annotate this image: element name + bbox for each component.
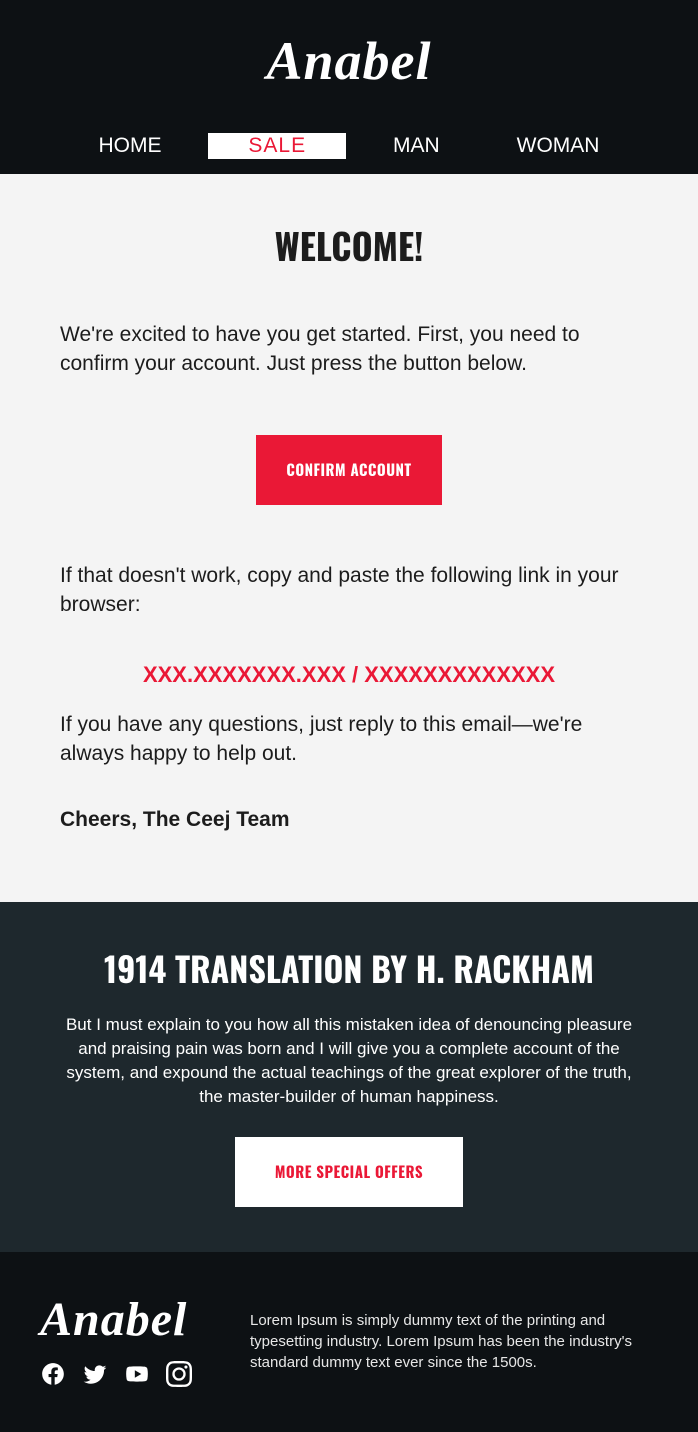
nav-bar: HOME SALE MAN WOMAN	[0, 132, 698, 174]
fallback-link[interactable]: XXX.XXXXXXX.XXX / XXXXXXXXXXXXX	[60, 662, 638, 688]
footer: Anabel Lorem Ipsum is simply dummy text …	[0, 1252, 698, 1432]
intro-text: We're excited to have you get started. F…	[60, 320, 638, 379]
header: Anabel HOME SALE MAN WOMAN	[0, 0, 698, 174]
more-offers-button[interactable]: MORE SPECIAL OFFERS	[235, 1137, 463, 1207]
brand-logo: Anabel	[0, 20, 698, 132]
nav-sale[interactable]: SALE	[208, 133, 346, 159]
page-title: WELCOME!	[60, 219, 638, 272]
youtube-icon[interactable]	[124, 1361, 150, 1392]
social-links	[40, 1361, 220, 1392]
nav-woman[interactable]: WOMAN	[487, 132, 630, 160]
twitter-icon[interactable]	[82, 1361, 108, 1392]
facebook-icon[interactable]	[40, 1361, 66, 1392]
promo-title: 1914 TRANSLATION BY H. RACKHAM	[55, 942, 643, 993]
nav-man[interactable]: MAN	[363, 132, 470, 160]
instagram-icon[interactable]	[166, 1361, 192, 1392]
nav-home[interactable]: HOME	[68, 132, 191, 160]
promo-body: But I must explain to you how all this m…	[55, 1013, 643, 1108]
footer-about-text: Lorem Ipsum is simply dummy text of the …	[250, 1292, 658, 1392]
promo-section: 1914 TRANSLATION BY H. RACKHAM But I mus…	[0, 902, 698, 1251]
signoff-text: Cheers, The Ceej Team	[60, 808, 638, 832]
fallback-intro-text: If that doesn't work, copy and paste the…	[60, 561, 638, 620]
footer-left: Anabel	[40, 1292, 220, 1392]
confirm-button-wrap: CONFIRM ACCOUNT	[60, 435, 638, 505]
help-text: If you have any questions, just reply to…	[60, 710, 638, 769]
main-content: WELCOME! We're excited to have you get s…	[0, 174, 698, 902]
footer-brand-logo: Anabel	[40, 1292, 220, 1347]
confirm-account-button[interactable]: CONFIRM ACCOUNT	[256, 435, 441, 505]
